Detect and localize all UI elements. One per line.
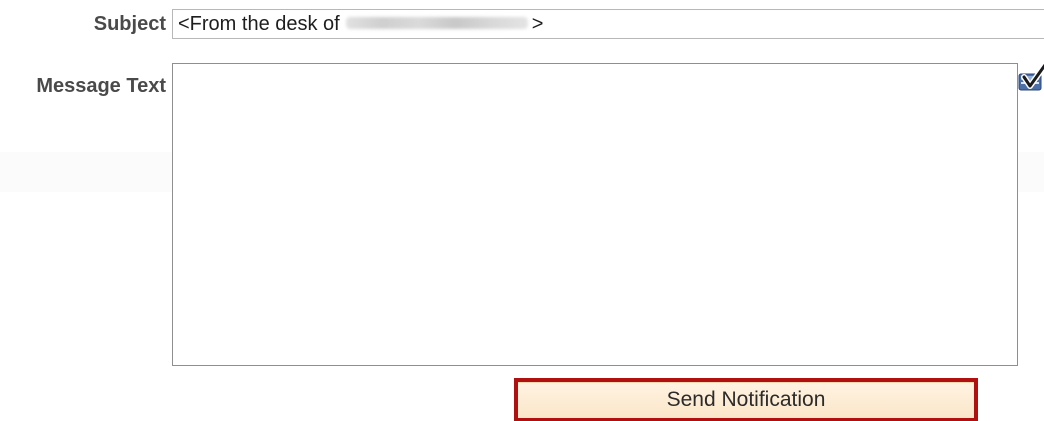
send-notification-button[interactable]: Send Notification (514, 378, 978, 421)
subject-input[interactable]: <From the desk of > (172, 9, 1044, 39)
subject-prefix: <From the desk of (178, 13, 340, 35)
send-notification-label: Send Notification (666, 388, 826, 411)
subject-suffix: > (531, 13, 544, 35)
redacted-name (345, 17, 528, 30)
message-text-label: Message Text (36, 75, 166, 97)
message-text-area[interactable] (172, 63, 1018, 366)
spell-check-icon[interactable] (1016, 62, 1044, 96)
subject-label: Subject (93, 13, 166, 35)
notification-form: Subject <From the desk of > Message Text … (0, 0, 1044, 421)
